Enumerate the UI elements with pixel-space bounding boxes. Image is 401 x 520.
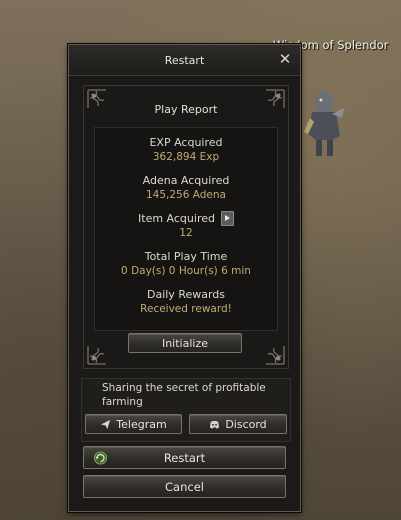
restart-icon	[94, 451, 107, 465]
paper-plane-icon	[101, 419, 111, 429]
npc-figure[interactable]	[302, 84, 346, 160]
window-titlebar: Restart ✕	[69, 45, 300, 76]
close-button[interactable]: ✕	[277, 50, 293, 68]
share-panel: Sharing the secret of profitable farming…	[81, 378, 291, 442]
exp-stat: EXP Acquired 362,894 Exp	[95, 136, 277, 164]
item-value: 12	[179, 227, 193, 239]
play-time-value: 0 Day(s) 0 Hour(s) 6 min	[121, 265, 251, 277]
daily-rewards-value: Received reward!	[140, 303, 232, 315]
restart-window: Restart ✕ Play Report EXP Acquired 362,8…	[68, 44, 301, 512]
item-label: Item Acquired	[138, 211, 215, 225]
telegram-button[interactable]: Telegram	[85, 414, 182, 434]
restart-label: Restart	[163, 450, 206, 465]
play-report-panel: Play Report EXP Acquired 362,894 Exp Ade…	[83, 85, 289, 369]
adena-value: 145,256 Adena	[146, 189, 226, 201]
window-title: Restart	[164, 54, 205, 67]
adena-label: Adena Acquired	[142, 174, 230, 187]
exp-value: 362,894 Exp	[152, 151, 220, 163]
telegram-label: Telegram	[116, 417, 167, 431]
corner-ornament-icon	[87, 346, 106, 365]
discord-label: Discord	[225, 417, 267, 431]
item-label-row: Item Acquired	[95, 211, 277, 226]
discord-icon	[210, 420, 220, 428]
adena-stat: Adena Acquired 145,256 Adena	[95, 174, 277, 202]
cancel-button[interactable]: Cancel	[83, 475, 286, 498]
corner-ornament-icon	[266, 346, 285, 365]
item-details-button[interactable]	[220, 211, 234, 226]
initialize-button[interactable]: Initialize	[128, 333, 242, 353]
daily-rewards-label: Daily Rewards	[146, 288, 226, 301]
play-time-stat: Total Play Time 0 Day(s) 0 Hour(s) 6 min	[95, 250, 277, 278]
daily-rewards-stat: Daily Rewards Received reward!	[95, 288, 277, 316]
play-time-label: Total Play Time	[144, 250, 228, 263]
exp-label: EXP Acquired	[149, 136, 223, 149]
play-report-title: Play Report	[154, 103, 218, 116]
discord-button[interactable]: Discord	[189, 414, 287, 434]
restart-button[interactable]: Restart	[83, 446, 286, 469]
item-stat: Item Acquired 12	[95, 211, 277, 240]
share-text: Sharing the secret of profitable farming	[102, 382, 266, 408]
close-icon: ✕	[278, 50, 292, 68]
play-report-stats: EXP Acquired 362,894 Exp Adena Acquired …	[94, 127, 278, 331]
